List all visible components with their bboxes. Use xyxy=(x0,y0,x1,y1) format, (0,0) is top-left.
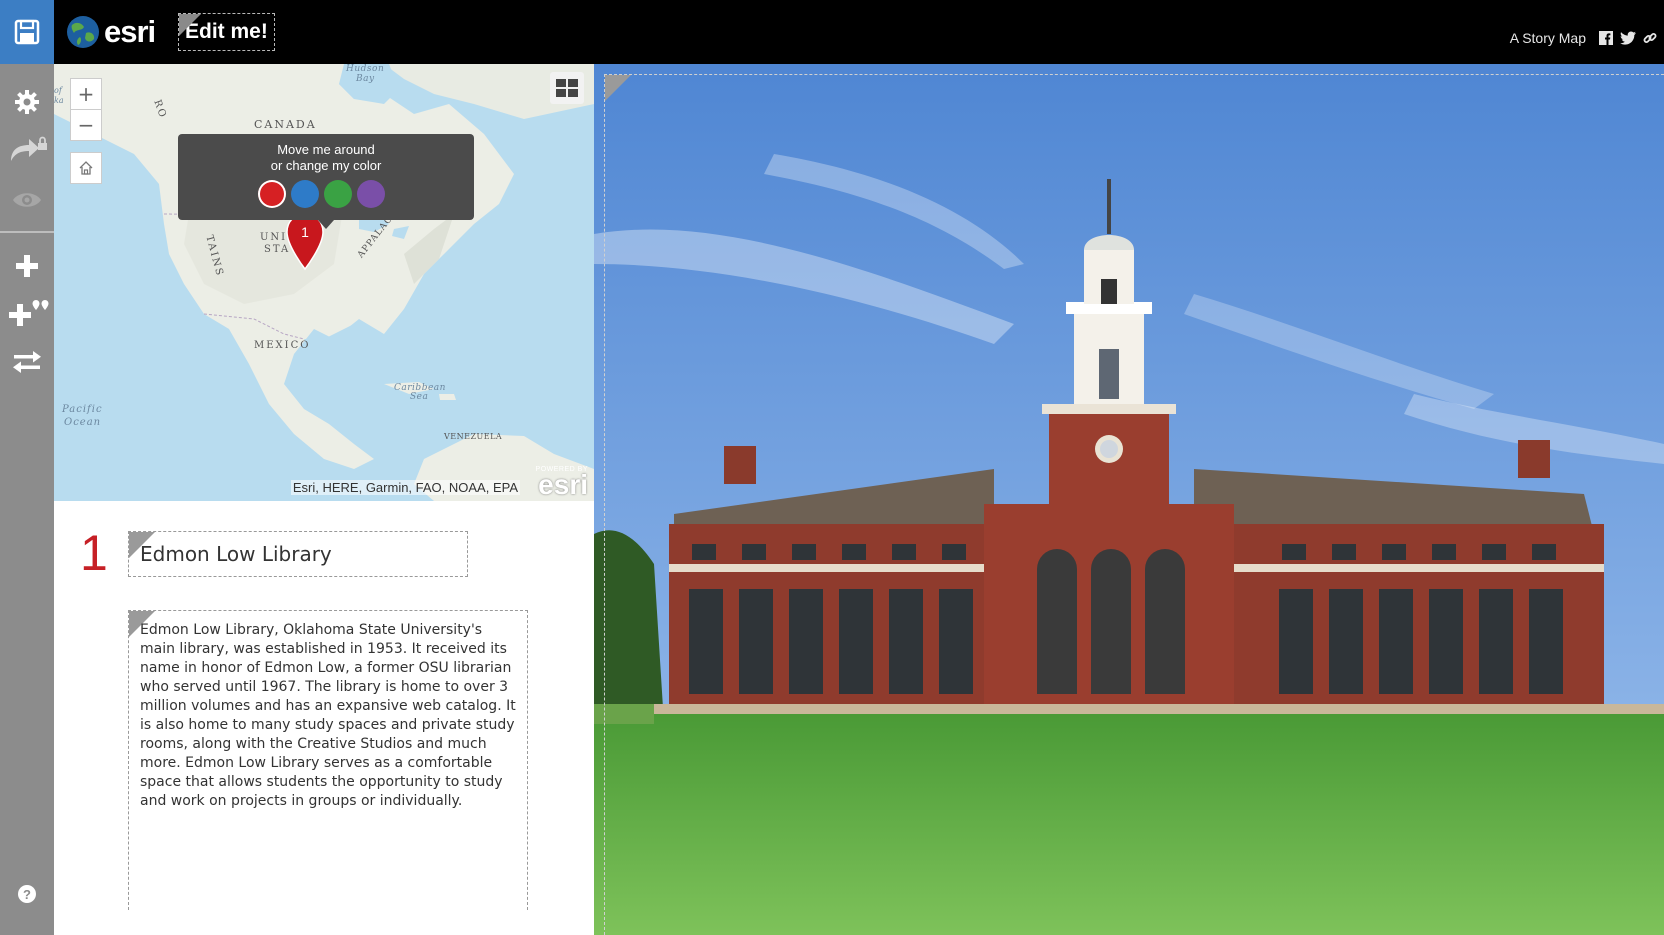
tagline[interactable]: A Story Map xyxy=(1510,30,1586,46)
marker-number: 1 xyxy=(301,224,309,240)
color-swatch-red[interactable] xyxy=(258,180,286,208)
help-button[interactable]: ? xyxy=(0,872,54,916)
story-title[interactable]: Edit me! xyxy=(178,13,275,51)
entry-number: 1 xyxy=(80,525,108,581)
layout-grid-button[interactable] xyxy=(550,72,584,104)
header-right: A Story Map xyxy=(1510,30,1658,46)
map-label-bay: Bay xyxy=(356,74,375,84)
zoom-out-button[interactable]: − xyxy=(70,109,102,141)
entry-description-field[interactable]: Edmon Low Library, Oklahoma State Univer… xyxy=(128,610,528,910)
home-icon xyxy=(79,161,93,175)
gear-icon xyxy=(15,90,39,114)
header-bar: esri Edit me! A Story Map xyxy=(54,0,1664,64)
settings-button[interactable] xyxy=(0,80,54,124)
map-label-ocean: Ocean xyxy=(64,417,102,428)
help-icon: ? xyxy=(18,885,36,903)
add-button[interactable] xyxy=(0,244,54,288)
marker-popup: Move me around or change my color xyxy=(178,134,474,229)
svg-text:?: ? xyxy=(23,887,31,902)
globe-icon xyxy=(67,16,99,48)
map-marker[interactable]: 1 xyxy=(287,214,323,254)
esri-logo[interactable]: esri xyxy=(66,14,156,50)
eye-icon xyxy=(13,193,41,207)
entry-title: Edmon Low Library xyxy=(140,542,332,566)
color-swatch-purple[interactable] xyxy=(357,180,385,208)
map-label-of: of xyxy=(54,86,62,95)
entry-title-field[interactable]: Edmon Low Library xyxy=(128,531,468,577)
swap-arrows-icon xyxy=(13,351,41,373)
home-extent-button[interactable] xyxy=(70,152,102,184)
zoom-in-button[interactable]: + xyxy=(70,78,102,110)
organize-button[interactable] xyxy=(0,340,54,384)
preview-button[interactable] xyxy=(0,178,54,222)
add-places-button[interactable] xyxy=(0,290,54,334)
share-button[interactable] xyxy=(0,128,54,172)
color-swatch-green[interactable] xyxy=(324,180,352,208)
popup-line-2: or change my color xyxy=(270,158,382,173)
map-label-united: UNI xyxy=(260,232,288,243)
esri-powered-logo: POWERED BY esri xyxy=(536,466,588,500)
save-button[interactable] xyxy=(0,0,54,64)
edit-corner-icon xyxy=(179,14,201,36)
zoom-out-icon: − xyxy=(77,113,95,137)
map-label-ka: ka xyxy=(54,96,64,105)
twitter-icon[interactable] xyxy=(1620,30,1636,46)
map-label-hudson: Hudson xyxy=(346,64,385,74)
map-panel[interactable]: Hudson Bay of ka RO CANADA TAINS UNI STA… xyxy=(54,64,594,501)
color-swatches xyxy=(258,180,385,208)
library-photo xyxy=(594,64,1664,935)
zoom-in-icon: + xyxy=(77,82,95,106)
grid-icon xyxy=(556,79,578,97)
color-swatch-blue[interactable] xyxy=(291,180,319,208)
map-label-sea: Sea xyxy=(410,392,429,402)
main-media-photo[interactable] xyxy=(594,64,1664,935)
map-label-pacific: Pacific xyxy=(62,404,103,415)
share-locked-icon xyxy=(11,136,47,161)
save-icon xyxy=(14,19,40,45)
basemap xyxy=(54,64,594,501)
map-label-mexico: MEXICO xyxy=(254,340,311,351)
map-attribution: Esri, HERE, Garmin, FAO, NOAA, EPA xyxy=(290,480,520,495)
plus-pins-icon xyxy=(9,300,49,326)
powered-esri-text: esri xyxy=(538,469,588,500)
map-label-canada: CANADA xyxy=(254,118,317,131)
map-label-venezuela: VENEZUELA xyxy=(444,432,503,441)
builder-sidebar: ? xyxy=(0,0,54,935)
sidebar-divider xyxy=(0,231,54,233)
logo-text: esri xyxy=(104,14,156,49)
link-icon[interactable] xyxy=(1642,30,1658,46)
popup-line-1: Move me around xyxy=(277,142,375,157)
facebook-icon[interactable] xyxy=(1598,30,1614,46)
entry-description: Edmon Low Library, Oklahoma State Univer… xyxy=(140,622,516,809)
plus-icon xyxy=(16,255,38,277)
